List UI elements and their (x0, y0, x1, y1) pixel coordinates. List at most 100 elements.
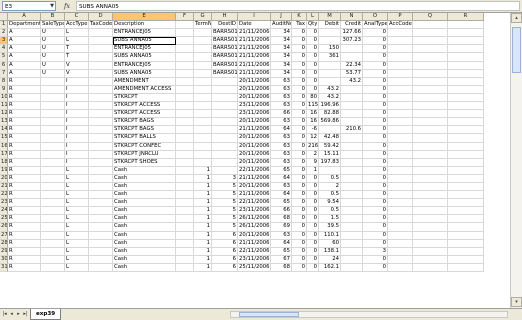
cell-m26[interactable]: 39.5 (319, 223, 341, 232)
cell-i14[interactable]: 21/11/2006 (238, 126, 271, 135)
cell-j16[interactable]: 63 (271, 142, 292, 151)
cell-o17[interactable]: 0 (363, 150, 388, 159)
cell-b17[interactable] (41, 150, 65, 159)
row-header[interactable]: 31 (0, 263, 8, 272)
cell-r21[interactable] (448, 182, 484, 192)
cell-r3[interactable] (448, 37, 484, 46)
sheet-tab[interactable]: exp39 (30, 309, 62, 320)
row-header[interactable]: 5 (0, 53, 8, 62)
cell-p6[interactable] (388, 61, 413, 70)
cell-d23[interactable] (89, 199, 113, 208)
cell-g20[interactable]: 1 (194, 174, 212, 183)
cell-g29[interactable]: 1 (194, 247, 212, 256)
cell-j9[interactable]: 63 (271, 85, 292, 94)
cell-b22[interactable] (41, 191, 65, 200)
cell-h8[interactable] (212, 77, 238, 86)
cell-q24[interactable] (413, 207, 448, 216)
cell-f25[interactable] (176, 215, 194, 224)
row-header[interactable]: 13 (0, 118, 8, 127)
cell-r18[interactable] (448, 158, 484, 167)
cell-l23[interactable]: 0 (307, 199, 319, 208)
cell-n6[interactable]: 22.34 (341, 61, 363, 70)
cell-i21[interactable]: 20/11/2006 (238, 182, 271, 192)
cell-e6[interactable]: ENTRANCEJ05 (113, 61, 176, 70)
cell-k24[interactable]: 0 (292, 207, 307, 216)
cell-l5[interactable]: 0 (307, 53, 319, 62)
cell-p8[interactable] (388, 77, 413, 86)
cell-d8[interactable] (89, 77, 113, 86)
cell-h31[interactable]: 6 (212, 263, 238, 272)
cell-h20[interactable]: 3 (212, 174, 238, 183)
cell-p11[interactable] (388, 102, 413, 111)
cell-o4[interactable]: 0 (363, 45, 388, 54)
cell-i6[interactable]: 21/11/2006 (238, 61, 271, 70)
cell-m15[interactable]: 42.48 (319, 134, 341, 143)
cell-d24[interactable] (89, 207, 113, 216)
cell-j8[interactable]: 63 (271, 77, 292, 86)
cell-f20[interactable] (176, 174, 194, 183)
cell-b26[interactable] (41, 223, 65, 232)
vertical-scrollbar[interactable]: ▴ ▾ (510, 13, 522, 308)
cell-i27[interactable]: 20/11/2006 (238, 231, 271, 240)
row-header[interactable]: 22 (0, 191, 8, 200)
cell-k12[interactable]: 0 (292, 110, 307, 119)
cell-c29[interactable]: L (65, 247, 89, 256)
cell-b25[interactable] (41, 215, 65, 224)
cell-q8[interactable] (413, 77, 448, 86)
cell-c9[interactable]: I (65, 85, 89, 94)
cell-e29[interactable]: Cash (113, 247, 176, 256)
cell-h6[interactable]: BARRS01 (212, 61, 238, 70)
cell-n21[interactable] (341, 182, 363, 192)
cell-d30[interactable] (89, 255, 113, 264)
cell-n26[interactable] (341, 223, 363, 232)
cell-a22[interactable]: R (8, 191, 41, 200)
cell-c2[interactable]: L (65, 29, 89, 38)
cell-d19[interactable] (89, 166, 113, 175)
cell-r1[interactable] (448, 21, 484, 30)
cell-m21[interactable]: 2 (319, 182, 341, 192)
cell-d29[interactable] (89, 247, 113, 256)
cell-a10[interactable]: R (8, 93, 41, 103)
cell-b27[interactable] (41, 231, 65, 240)
cell-b1[interactable]: SaleType (41, 21, 65, 30)
cell-c1[interactable]: AccType (65, 21, 89, 30)
select-all-corner[interactable] (0, 13, 8, 22)
cell-f27[interactable] (176, 231, 194, 240)
cell-o10[interactable]: 0 (363, 93, 388, 103)
cell-r25[interactable] (448, 215, 484, 224)
cell-m29[interactable]: 138.1 (319, 247, 341, 256)
cell-o31[interactable]: 0 (363, 263, 388, 272)
cell-f21[interactable] (176, 182, 194, 192)
cell-o7[interactable]: 0 (363, 69, 388, 78)
cell-b29[interactable] (41, 247, 65, 256)
cell-o1[interactable]: AnalType (363, 21, 388, 30)
cell-q27[interactable] (413, 231, 448, 240)
cell-m2[interactable] (319, 29, 341, 38)
cell-b11[interactable] (41, 102, 65, 111)
cell-h29[interactable]: 6 (212, 247, 238, 256)
chevron-down-icon[interactable]: ▼ (50, 2, 54, 11)
cell-b28[interactable] (41, 239, 65, 248)
cell-l14[interactable]: -6 (307, 126, 319, 135)
cell-l19[interactable]: 1 (307, 166, 319, 175)
cell-g7[interactable] (194, 69, 212, 78)
column-header-q[interactable]: Q (413, 13, 448, 22)
cell-e12[interactable]: STKRCPT ACCESS (113, 110, 176, 119)
scroll-thumb[interactable] (512, 27, 521, 73)
row-header[interactable]: 11 (0, 102, 8, 111)
cell-l16[interactable]: 216 (307, 142, 319, 151)
cell-h11[interactable] (212, 102, 238, 111)
cell-e26[interactable]: Cash (113, 223, 176, 232)
cell-c17[interactable]: I (65, 150, 89, 159)
cell-o12[interactable]: 0 (363, 110, 388, 119)
cell-q25[interactable] (413, 215, 448, 224)
column-header-b[interactable]: B (41, 13, 65, 22)
cell-h27[interactable]: 6 (212, 231, 238, 240)
cell-l18[interactable]: 9 (307, 158, 319, 167)
cell-m10[interactable]: 43.2 (319, 93, 341, 103)
cell-d20[interactable] (89, 174, 113, 183)
cell-n25[interactable] (341, 215, 363, 224)
cell-d7[interactable] (89, 69, 113, 78)
cell-a13[interactable]: R (8, 118, 41, 127)
cell-k8[interactable]: 0 (292, 77, 307, 86)
